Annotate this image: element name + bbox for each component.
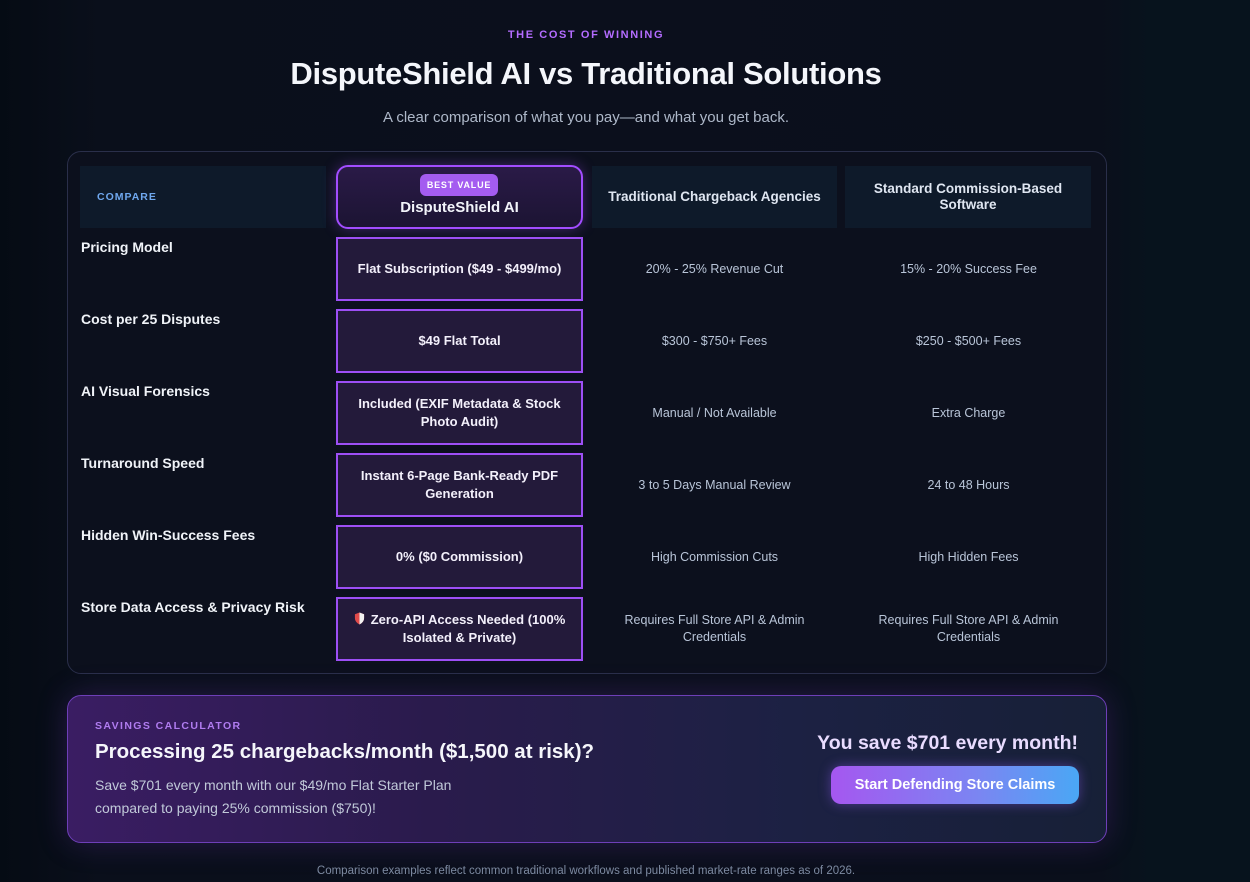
comparison-section: THE COST OF WINNING DisputeShield AI vs … xyxy=(0,0,1250,882)
shield-icon xyxy=(354,612,364,625)
disputeshield-column-title: DisputeShield AI xyxy=(400,199,519,216)
column-header-traditional: Traditional Chargeback Agencies xyxy=(592,166,837,228)
ds-cell-data-access-label: Zero-API Access Needed (100% Isolated & … xyxy=(370,612,566,645)
savings-amount: You save $701 every month! xyxy=(817,732,1078,754)
standard-cell-pricing-model: 15% - 20% Success Fee xyxy=(900,261,1037,276)
column-header-compare: COMPARE xyxy=(80,166,326,228)
start-defending-button[interactable]: Start Defending Store Claims xyxy=(831,766,1079,804)
ds-cell-data-access-risk: Zero-API Access Needed (100% Isolated & … xyxy=(336,597,583,661)
savings-eyebrow: SAVINGS CALCULATOR xyxy=(95,720,242,732)
savings-calculator-card: SAVINGS CALCULATOR Processing 25 chargeb… xyxy=(67,695,1107,843)
best-value-badge: BEST VALUE xyxy=(420,174,498,196)
savings-description: Save $701 every month with our $49/mo Fl… xyxy=(95,777,452,816)
traditional-cell-pricing-model: 20% - 25% Revenue Cut xyxy=(645,261,784,276)
standard-cell-turnaround-speed: 24 to 48 Hours xyxy=(927,477,1010,492)
standard-cell-data-access-risk: Requires Full Store API & Admin Credenti… xyxy=(878,613,1059,644)
row-label-ai-visual-forensics: AI Visual Forensics xyxy=(81,383,210,399)
section-eyebrow: THE COST OF WINNING xyxy=(507,29,665,41)
row-label-pricing-model: Pricing Model xyxy=(81,239,173,255)
ds-cell-cost-per-25: $49 Flat Total xyxy=(336,309,583,373)
ds-cell-pricing-model: Flat Subscription ($49 - $499/mo) xyxy=(336,237,583,301)
ds-cell-ai-visual-forensics: Included (EXIF Metadata & Stock Photo Au… xyxy=(336,381,583,445)
ds-cell-data-access-text: Zero-API Access Needed (100% Isolated & … xyxy=(350,611,569,647)
standard-cell-cost-per-25: $250 - $500+ Fees xyxy=(915,333,1022,348)
page-title: DisputeShield AI vs Traditional Solution… xyxy=(290,56,882,91)
comparison-table: COMPARE BEST VALUE DisputeShield AI Trad… xyxy=(67,151,1107,674)
row-label-cost-per-25: Cost per 25 Disputes xyxy=(81,311,221,327)
traditional-cell-cost-per-25: $300 - $750+ Fees xyxy=(661,333,768,348)
standard-cell-hidden-fees: High Hidden Fees xyxy=(918,549,1019,564)
savings-title: Processing 25 chargebacks/month ($1,500 … xyxy=(95,740,595,763)
row-label-data-access-risk: Store Data Access & Privacy Risk xyxy=(81,599,305,615)
ds-cell-turnaround-speed: Instant 6-Page Bank-Ready PDF Generation xyxy=(336,453,583,517)
page-subtitle: A clear comparison of what you pay—and w… xyxy=(382,109,790,126)
column-header-disputeshield: BEST VALUE DisputeShield AI xyxy=(336,165,583,229)
traditional-cell-turnaround-speed: 3 to 5 Days Manual Review xyxy=(638,477,791,492)
traditional-cell-ai-visual-forensics: Manual / Not Available xyxy=(652,405,777,420)
row-label-hidden-fees: Hidden Win-Success Fees xyxy=(81,527,256,543)
traditional-cell-data-access-risk: Requires Full Store API & Admin Credenti… xyxy=(624,613,805,644)
ds-cell-hidden-fees: 0% ($0 Commission) xyxy=(336,525,583,589)
traditional-cell-hidden-fees: High Commission Cuts xyxy=(650,549,779,564)
standard-cell-ai-visual-forensics: Extra Charge xyxy=(931,405,1006,420)
footnote: Comparison examples reflect common tradi… xyxy=(316,865,856,877)
row-label-turnaround-speed: Turnaround Speed xyxy=(81,455,205,471)
column-header-standard: Standard Commission-Based Software xyxy=(845,166,1091,228)
